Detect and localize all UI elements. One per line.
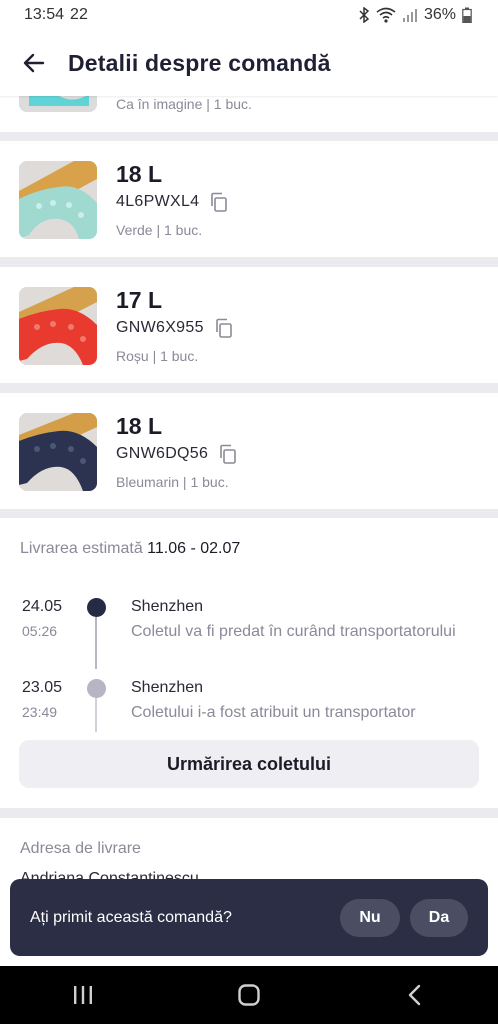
battery-icon bbox=[462, 7, 472, 23]
item-variant: Verde | 1 buc. bbox=[116, 222, 203, 238]
event-date: 23.05 bbox=[22, 679, 63, 696]
event-time: 23:49 bbox=[22, 704, 58, 720]
estimated-delivery: Livrarea estimată 11.06 - 02.07 bbox=[20, 540, 240, 558]
event-description: Coletului i-a fost atribuit un transport… bbox=[131, 704, 416, 721]
item-code: 4L6PWXL4 bbox=[116, 193, 200, 210]
product-thumbnail bbox=[19, 413, 97, 491]
event-date: 24.05 bbox=[22, 598, 63, 615]
product-thumbnail bbox=[19, 161, 97, 239]
wifi-icon bbox=[376, 7, 396, 23]
order-item[interactable]: 18 L GNW6DQ56 Bleumarin | 1 buc. bbox=[0, 393, 498, 509]
item-code: GNW6DQ56 bbox=[116, 445, 209, 462]
order-item[interactable]: 18 L 4L6PWXL4 Verde | 1 buc. bbox=[0, 141, 498, 257]
order-item-partial[interactable]: Ca în imagine | 1 buc. bbox=[0, 96, 498, 132]
event-city: Shenzhen bbox=[131, 598, 204, 615]
item-variant: Roșu | 1 buc. bbox=[116, 348, 199, 364]
track-package-button[interactable]: Urmărirea coletului bbox=[19, 740, 479, 788]
address-label: Adresa de livrare bbox=[20, 840, 141, 857]
signal-icon bbox=[402, 7, 418, 23]
no-button[interactable]: Nu bbox=[340, 898, 400, 937]
recent-apps-icon[interactable] bbox=[53, 975, 113, 1015]
yes-button[interactable]: Da bbox=[410, 898, 468, 937]
copy-icon[interactable] bbox=[214, 318, 234, 338]
order-received-prompt: Ați primit această comandă? Nu Da bbox=[10, 879, 488, 956]
copy-icon[interactable] bbox=[209, 192, 229, 212]
item-price: 17 L bbox=[116, 287, 163, 313]
item-price: 18 L bbox=[116, 413, 163, 439]
timeline-line bbox=[95, 698, 97, 732]
status-time: 13:54 bbox=[24, 6, 65, 23]
product-thumbnail bbox=[19, 287, 97, 365]
timeline-dot bbox=[87, 679, 106, 698]
status-bar: 13:54 22 36% bbox=[0, 0, 498, 30]
estimated-delivery-dates: 11.06 - 02.07 bbox=[147, 540, 241, 557]
back-nav-icon[interactable] bbox=[385, 975, 445, 1015]
back-arrow-icon[interactable] bbox=[20, 49, 48, 77]
product-thumbnail bbox=[19, 96, 97, 112]
delivery-section: Livrarea estimată 11.06 - 02.07 24.05 05… bbox=[0, 518, 498, 808]
item-variant: Bleumarin | 1 buc. bbox=[116, 474, 229, 490]
home-icon[interactable] bbox=[219, 975, 279, 1015]
bluetooth-icon bbox=[358, 7, 370, 23]
copy-icon[interactable] bbox=[218, 444, 238, 464]
item-code: GNW6X955 bbox=[116, 319, 204, 336]
timeline-line bbox=[95, 617, 97, 669]
page-title: Detalii despre comandă bbox=[68, 49, 331, 76]
order-details-content[interactable]: Ca în imagine | 1 buc. 18 L 4L6PWXL4 Ver… bbox=[0, 96, 498, 966]
event-description: Coletul va fi predat în curând transport… bbox=[131, 623, 456, 640]
order-item[interactable]: 17 L GNW6X955 Roșu | 1 buc. bbox=[0, 267, 498, 383]
event-time: 05:26 bbox=[22, 623, 58, 639]
app-bar: Detalii despre comandă bbox=[0, 30, 498, 96]
event-city: Shenzhen bbox=[131, 679, 204, 696]
prompt-question: Ați primit această comandă? bbox=[30, 908, 232, 926]
battery-percent: 36% bbox=[423, 6, 456, 23]
status-extra: 22 bbox=[70, 6, 88, 23]
system-nav-bar bbox=[0, 966, 498, 1024]
item-price: 18 L bbox=[116, 161, 163, 187]
item-variant: Ca în imagine | 1 buc. bbox=[116, 96, 252, 112]
estimated-delivery-label: Livrarea estimată bbox=[20, 540, 143, 557]
timeline-dot-active bbox=[87, 598, 106, 617]
